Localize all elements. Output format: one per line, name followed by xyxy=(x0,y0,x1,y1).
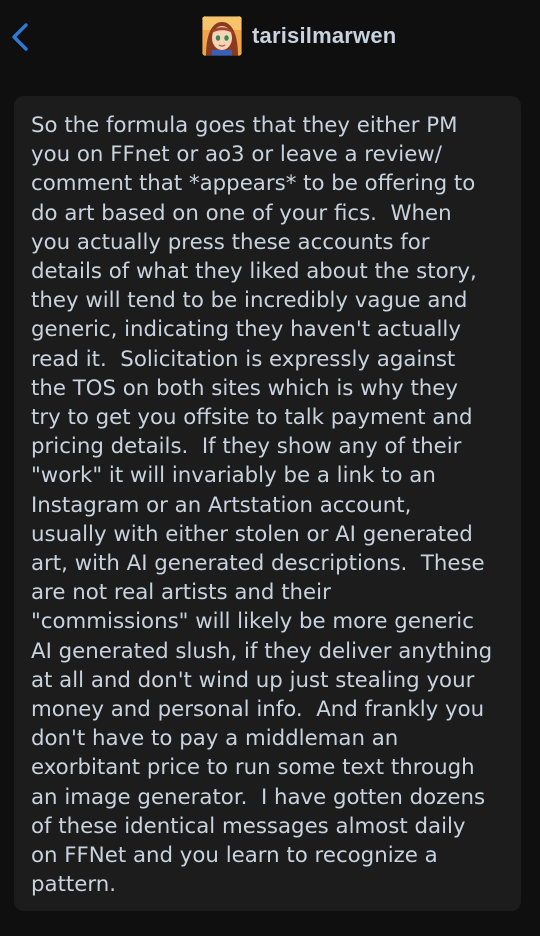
post-line: on FFNet and you learn to recognize a xyxy=(31,843,438,869)
post-line: "work" it will invariably be a link to a… xyxy=(31,463,436,489)
username[interactable]: tarisilmarwen xyxy=(252,23,396,49)
post-line: money and personal info. And frankly you xyxy=(31,697,485,723)
post-line: are not real artists and their xyxy=(31,580,331,606)
top-bar: tarisilmarwen xyxy=(0,0,540,72)
post-line: details of what they liked about the sto… xyxy=(31,259,477,285)
post-line: So the formula goes that they either PM xyxy=(31,113,458,138)
post-line: an image generator. I have gotten dozens xyxy=(31,784,486,810)
back-button[interactable] xyxy=(4,14,36,60)
avatar xyxy=(202,16,242,56)
post-line: of these identical messages almost daily xyxy=(31,813,466,839)
profile-link[interactable]: tarisilmarwen xyxy=(202,16,396,56)
post-line: pricing details. If they show any of the… xyxy=(31,434,462,460)
post-card: So the formula goes that they either PM … xyxy=(14,96,521,911)
post-line: pattern. xyxy=(31,872,117,898)
post-line: comment that *appears* to be offering to xyxy=(31,171,476,197)
post-line: generic, indicating they haven't actuall… xyxy=(31,317,461,343)
post-line: AI generated slush, if they deliver anyt… xyxy=(31,638,493,664)
post-line: do art based on one of your fics. When xyxy=(31,200,452,226)
post-line: don't have to pay a middleman an xyxy=(31,726,399,752)
post-body: So the formula goes that they either PM … xyxy=(31,111,505,899)
post-line: try to get you offsite to talk payment a… xyxy=(31,405,473,431)
post-line: art, with AI generated descriptions. The… xyxy=(31,551,485,577)
chevron-left-icon xyxy=(9,22,31,52)
post-line: the TOS on both sites which is why they xyxy=(31,375,459,401)
post-line: you on FFnet or ao3 or leave a review/ xyxy=(31,142,442,168)
post-line: at all and don't wind up just stealing y… xyxy=(31,667,475,693)
post-line: exorbitant price to run some text throug… xyxy=(31,755,475,781)
post-line: usually with either stolen or AI generat… xyxy=(31,521,473,547)
post-line: "commissions" will likely be more generi… xyxy=(31,609,474,635)
post-line: they will tend to be incredibly vague an… xyxy=(31,288,468,314)
post-line: Instagram or an Artstation account, xyxy=(31,492,412,518)
post-line: you actually press these accounts for xyxy=(31,229,430,255)
post-line: read it. Solicitation is expressly again… xyxy=(31,346,456,372)
